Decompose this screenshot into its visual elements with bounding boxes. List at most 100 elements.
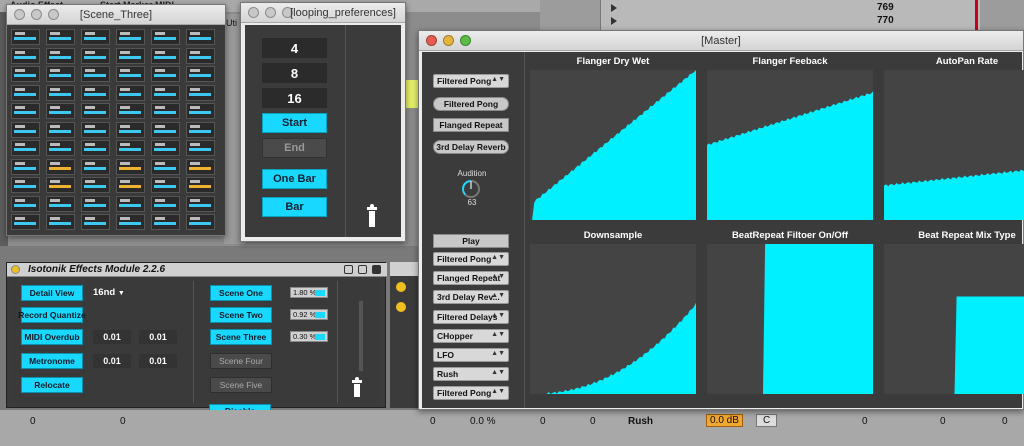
scene-cell[interactable] [186, 121, 215, 138]
scene-cell[interactable] [186, 140, 215, 156]
scene-cell[interactable] [11, 140, 40, 156]
scene-cell[interactable] [151, 121, 180, 138]
close-icon[interactable] [426, 35, 437, 46]
scene-cell[interactable] [186, 195, 215, 212]
effect-select[interactable]: Filtered Pong ▲▼ [433, 386, 509, 401]
save-icon[interactable] [372, 265, 381, 274]
effect-select[interactable]: 3rd Delay Rev... ▲▼ [433, 290, 509, 305]
scene-cell[interactable] [116, 121, 145, 138]
scene-cell[interactable] [151, 158, 180, 175]
scene-cell[interactable] [151, 66, 180, 82]
scene-five-button[interactable]: Scene Five [210, 377, 272, 393]
scene-cell[interactable] [11, 84, 40, 101]
effect-select[interactable]: Rush ▲▼ [433, 367, 509, 382]
multislider-plot[interactable] [530, 70, 696, 220]
scene-cell[interactable] [116, 103, 145, 119]
expand-icon[interactable] [358, 265, 367, 274]
scene-one-button[interactable]: Scene One [210, 285, 272, 301]
scene-cell[interactable] [151, 84, 180, 101]
gain-field[interactable]: 0.0 dB [706, 414, 743, 427]
scene-two-button[interactable]: Scene Two [210, 307, 272, 323]
scene-cell[interactable] [151, 140, 180, 156]
clip-row[interactable]: 770 [611, 14, 971, 27]
detail-view-button[interactable]: Detail View [21, 285, 83, 301]
end-button[interactable]: End [262, 138, 327, 158]
metronome-button[interactable]: Metronome [21, 353, 83, 369]
zoom-icon[interactable] [460, 35, 471, 46]
zoom-icon[interactable] [48, 9, 59, 20]
scene-cell[interactable] [46, 140, 75, 156]
grid-icon[interactable] [344, 265, 353, 274]
one-bar-button[interactable]: One Bar [262, 169, 327, 189]
scene-cell[interactable] [81, 177, 110, 193]
scene-cell[interactable] [81, 214, 110, 230]
rate-select[interactable]: 16nd ▼ [93, 287, 125, 298]
scene-cell[interactable] [186, 158, 215, 175]
multislider-plot[interactable] [707, 70, 873, 220]
value-field[interactable]: 0.01 [139, 354, 177, 368]
multislider-plot[interactable] [884, 244, 1024, 394]
scene-cell[interactable] [46, 29, 75, 45]
scene-cell[interactable] [81, 158, 110, 175]
effect-select[interactable]: Filtered Pong ▲▼ [433, 252, 509, 266]
value-field[interactable]: 0.01 [93, 330, 131, 344]
scene-cell[interactable] [116, 158, 145, 175]
percent-slider[interactable]: 1.80 % [290, 287, 328, 298]
scene-cell[interactable] [186, 84, 215, 101]
scene-cell[interactable] [186, 214, 215, 230]
zoom-icon[interactable] [282, 7, 293, 18]
scene-cell[interactable] [81, 84, 110, 101]
scene-cell[interactable] [81, 195, 110, 212]
scene-cell[interactable] [46, 103, 75, 119]
scene-cell[interactable] [11, 66, 40, 82]
scene-cell[interactable] [46, 47, 75, 64]
scene-cell[interactable] [186, 66, 215, 82]
scene-cell[interactable] [116, 47, 145, 64]
effect-select[interactable]: Flanged Repeat ▲▼ [433, 271, 509, 286]
scene-cell[interactable] [46, 84, 75, 101]
scene-cell[interactable] [11, 29, 40, 45]
loop-length-8[interactable]: 8 [262, 63, 327, 83]
percent-slider[interactable]: 0.92 % [290, 309, 328, 320]
scene-cell[interactable] [46, 158, 75, 175]
scene-cell[interactable] [81, 103, 110, 119]
scene-cell[interactable] [11, 103, 40, 119]
scene-cell[interactable] [81, 121, 110, 138]
percent-slider[interactable]: 0.30 % [290, 331, 328, 342]
filtered-pong-button[interactable]: Filtered Pong [433, 97, 509, 111]
scene-cell[interactable] [81, 29, 110, 45]
scene-cell[interactable] [116, 195, 145, 212]
start-button[interactable]: Start [262, 113, 327, 133]
power-icon[interactable] [11, 265, 20, 274]
scene-cell[interactable] [186, 29, 215, 45]
scene-cell[interactable] [11, 121, 40, 138]
multislider-plot[interactable] [884, 70, 1024, 220]
scroll-track[interactable] [359, 301, 363, 371]
audition-knob[interactable] [460, 178, 482, 200]
clip-row[interactable]: 769 [611, 1, 971, 14]
bar-button[interactable]: Bar [262, 197, 327, 217]
scene-cell[interactable] [116, 66, 145, 82]
minimize-icon[interactable] [443, 35, 454, 46]
scene-three-button[interactable]: Scene Three [210, 329, 272, 345]
scene-cell[interactable] [116, 84, 145, 101]
close-icon[interactable] [14, 9, 25, 20]
scene-cell[interactable] [116, 177, 145, 193]
scene-cell[interactable] [11, 47, 40, 64]
scene-four-button[interactable]: Scene Four [210, 353, 272, 369]
effect-select[interactable]: CHopper ▲▼ [433, 328, 509, 343]
loop-length-16[interactable]: 16 [262, 88, 327, 108]
multislider-plot[interactable] [530, 244, 696, 394]
loop-length-4[interactable]: 4 [262, 38, 327, 58]
scene-cell[interactable] [11, 158, 40, 175]
multislider-plot[interactable] [707, 244, 873, 394]
key-field[interactable]: C [756, 414, 778, 427]
scene-cell[interactable] [46, 195, 75, 212]
effect-select[interactable]: LFO ▲▼ [433, 348, 509, 362]
midi-overdub-button[interactable]: MIDI Overdub [21, 329, 83, 345]
scene-cell[interactable] [46, 177, 75, 193]
scene-cell[interactable] [151, 29, 180, 45]
scene-cell[interactable] [11, 177, 40, 193]
effect-select[interactable]: Filtered Delays ▲▼ [433, 309, 509, 324]
top-effect-select[interactable]: Filtered Pong ▲▼ [433, 74, 509, 88]
